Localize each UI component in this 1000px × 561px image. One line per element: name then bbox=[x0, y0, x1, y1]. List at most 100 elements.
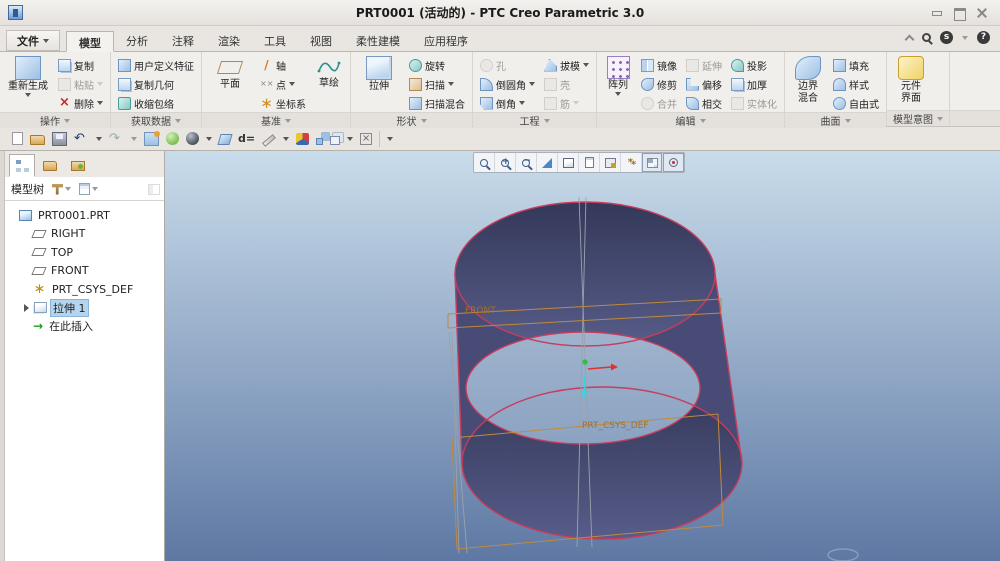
draft-button[interactable]: 拔模 bbox=[541, 56, 592, 74]
datum-display-icon[interactable]: *⁎ bbox=[621, 153, 642, 172]
pattern-button[interactable]: 阵列 bbox=[601, 55, 635, 96]
new-file-icon[interactable] bbox=[12, 132, 23, 145]
swept-blend-button[interactable]: 扫描混合 bbox=[406, 94, 468, 112]
minimize-icon[interactable] bbox=[931, 8, 942, 18]
group-label-surfaces[interactable]: 曲面 bbox=[785, 112, 886, 128]
tree-item-top-plane[interactable]: TOP bbox=[5, 243, 164, 262]
help-icon[interactable] bbox=[977, 31, 990, 44]
group-label-model-intent[interactable]: 模型意图 bbox=[887, 110, 949, 126]
front-plane-label[interactable]: FRONT bbox=[465, 306, 496, 316]
mirror-button[interactable]: 镜像 bbox=[638, 56, 680, 74]
saved-orientations-icon[interactable] bbox=[579, 153, 600, 172]
3d-viewport-canvas[interactable]: FRONT PRT_CSYS_DEF bbox=[165, 151, 1000, 561]
zoom-out-icon[interactable] bbox=[516, 153, 537, 172]
copy-button[interactable]: 复制 bbox=[55, 56, 106, 74]
tree-item-csys[interactable]: PRT_CSYS_DEF bbox=[5, 280, 164, 299]
shade-sphere-icon[interactable] bbox=[186, 132, 199, 145]
undo-icon[interactable] bbox=[74, 132, 89, 146]
favorites-tab[interactable] bbox=[65, 154, 91, 177]
revolve-button[interactable]: 旋转 bbox=[406, 56, 468, 74]
annotation-display-icon[interactable] bbox=[642, 153, 663, 172]
chevron-down-icon[interactable] bbox=[347, 136, 354, 141]
group-label-shapes[interactable]: 形状 bbox=[351, 112, 472, 128]
group-label-operations[interactable]: 操作 bbox=[0, 112, 110, 128]
sketch-button[interactable]: 草绘 bbox=[312, 55, 346, 90]
tree-filters-button[interactable] bbox=[79, 183, 98, 195]
boundary-blend-button[interactable]: 边界混合 bbox=[789, 55, 827, 105]
datum-point-button[interactable]: 点 bbox=[257, 75, 309, 93]
freestyle-button[interactable]: 自由式 bbox=[830, 94, 882, 112]
csys-label[interactable]: PRT_CSYS_DEF bbox=[582, 421, 649, 431]
appearance-gallery-icon[interactable] bbox=[296, 133, 310, 145]
shrinkwrap-button[interactable]: 收缩包络 bbox=[115, 94, 197, 112]
save-icon[interactable] bbox=[52, 131, 67, 146]
restore-icon[interactable] bbox=[954, 7, 966, 21]
more-commands-icon[interactable] bbox=[387, 136, 394, 141]
windows-icon[interactable] bbox=[330, 135, 341, 145]
collapse-ribbon-icon[interactable] bbox=[905, 34, 913, 42]
delete-button[interactable]: 删除 bbox=[55, 94, 106, 112]
chevron-down-icon[interactable] bbox=[131, 136, 137, 141]
tree-item-extrude-1[interactable]: 拉伸 1 bbox=[5, 298, 164, 318]
tab-flexible-modeling[interactable]: 柔性建模 bbox=[344, 30, 412, 51]
file-menu-button[interactable]: 文件 bbox=[6, 30, 60, 51]
render-sphere-icon[interactable] bbox=[166, 132, 179, 145]
group-label-engineering[interactable]: 工程 bbox=[473, 112, 596, 128]
style-button[interactable]: 样式 bbox=[830, 75, 882, 93]
regenerate-icon[interactable] bbox=[144, 130, 160, 146]
tab-tools[interactable]: 工具 bbox=[252, 30, 298, 51]
expander-icon[interactable] bbox=[24, 303, 29, 312]
zoom-in-icon[interactable] bbox=[495, 153, 516, 172]
datum-plane-button[interactable]: 平面 bbox=[206, 55, 254, 91]
thicken-button[interactable]: 加厚 bbox=[728, 75, 780, 93]
trim-button[interactable]: 修剪 bbox=[638, 75, 680, 93]
redo-icon[interactable] bbox=[109, 132, 124, 146]
fill-button[interactable]: 填充 bbox=[830, 56, 882, 74]
open-file-icon[interactable] bbox=[30, 135, 45, 145]
folder-browser-tab[interactable] bbox=[37, 154, 63, 177]
model-tree-tab[interactable] bbox=[9, 154, 35, 177]
chevron-down-icon[interactable] bbox=[206, 136, 212, 141]
close-window-icon[interactable] bbox=[360, 133, 373, 145]
repaint-icon[interactable] bbox=[537, 153, 558, 172]
coordinate-system-button[interactable]: 坐标系 bbox=[257, 94, 309, 112]
group-label-editing[interactable]: 编辑 bbox=[597, 112, 784, 128]
intersect-button[interactable]: 相交 bbox=[683, 94, 725, 112]
project-button[interactable]: 投影 bbox=[728, 56, 780, 74]
tree-item-part[interactable]: PRT0001.PRT bbox=[5, 206, 164, 225]
chamfer-button[interactable]: 倒角 bbox=[477, 94, 538, 112]
component-interface-button[interactable]: 元件界面 bbox=[891, 55, 931, 105]
chevron-down-icon[interactable] bbox=[283, 136, 290, 141]
tab-model[interactable]: 模型 bbox=[66, 31, 114, 52]
sweep-button[interactable]: 扫描 bbox=[406, 75, 468, 93]
cylinder-model[interactable] bbox=[454, 201, 743, 540]
refit-icon[interactable] bbox=[474, 153, 495, 172]
tab-view[interactable]: 视图 bbox=[298, 30, 344, 51]
group-label-get-data[interactable]: 获取数据 bbox=[111, 112, 201, 128]
chevron-down-icon[interactable] bbox=[962, 35, 968, 40]
dimension-icon[interactable]: d= bbox=[238, 132, 255, 146]
regenerate-button[interactable]: 重新生成 bbox=[4, 55, 52, 97]
extrude-button[interactable]: 拉伸 bbox=[355, 55, 403, 93]
datum-axis-button[interactable]: 轴 bbox=[257, 56, 309, 74]
plane-display-icon[interactable] bbox=[217, 133, 233, 145]
round-button[interactable]: 倒圆角 bbox=[477, 75, 538, 93]
tree-item-right-plane[interactable]: RIGHT bbox=[5, 225, 164, 244]
tab-applications[interactable]: 应用程序 bbox=[412, 30, 480, 51]
spin-center-icon[interactable] bbox=[663, 153, 684, 172]
tab-render[interactable]: 渲染 bbox=[206, 30, 252, 51]
close-icon[interactable] bbox=[977, 8, 988, 18]
user-defined-feature-button[interactable]: 用户定义特征 bbox=[115, 56, 197, 74]
chevron-down-icon[interactable] bbox=[96, 136, 102, 141]
measure-icon[interactable] bbox=[262, 134, 277, 147]
tab-analysis[interactable]: 分析 bbox=[114, 30, 160, 51]
copy-geometry-button[interactable]: 复制几何 bbox=[115, 75, 197, 93]
command-search-icon[interactable] bbox=[922, 33, 931, 42]
group-label-datum[interactable]: 基准 bbox=[202, 112, 350, 128]
community-icon[interactable] bbox=[940, 31, 953, 44]
display-style-icon[interactable] bbox=[558, 153, 579, 172]
tree-item-front-plane[interactable]: FRONT bbox=[5, 262, 164, 281]
tab-annotate[interactable]: 注释 bbox=[160, 30, 206, 51]
offset-button[interactable]: 偏移 bbox=[683, 75, 725, 93]
component-icon[interactable] bbox=[316, 137, 324, 145]
